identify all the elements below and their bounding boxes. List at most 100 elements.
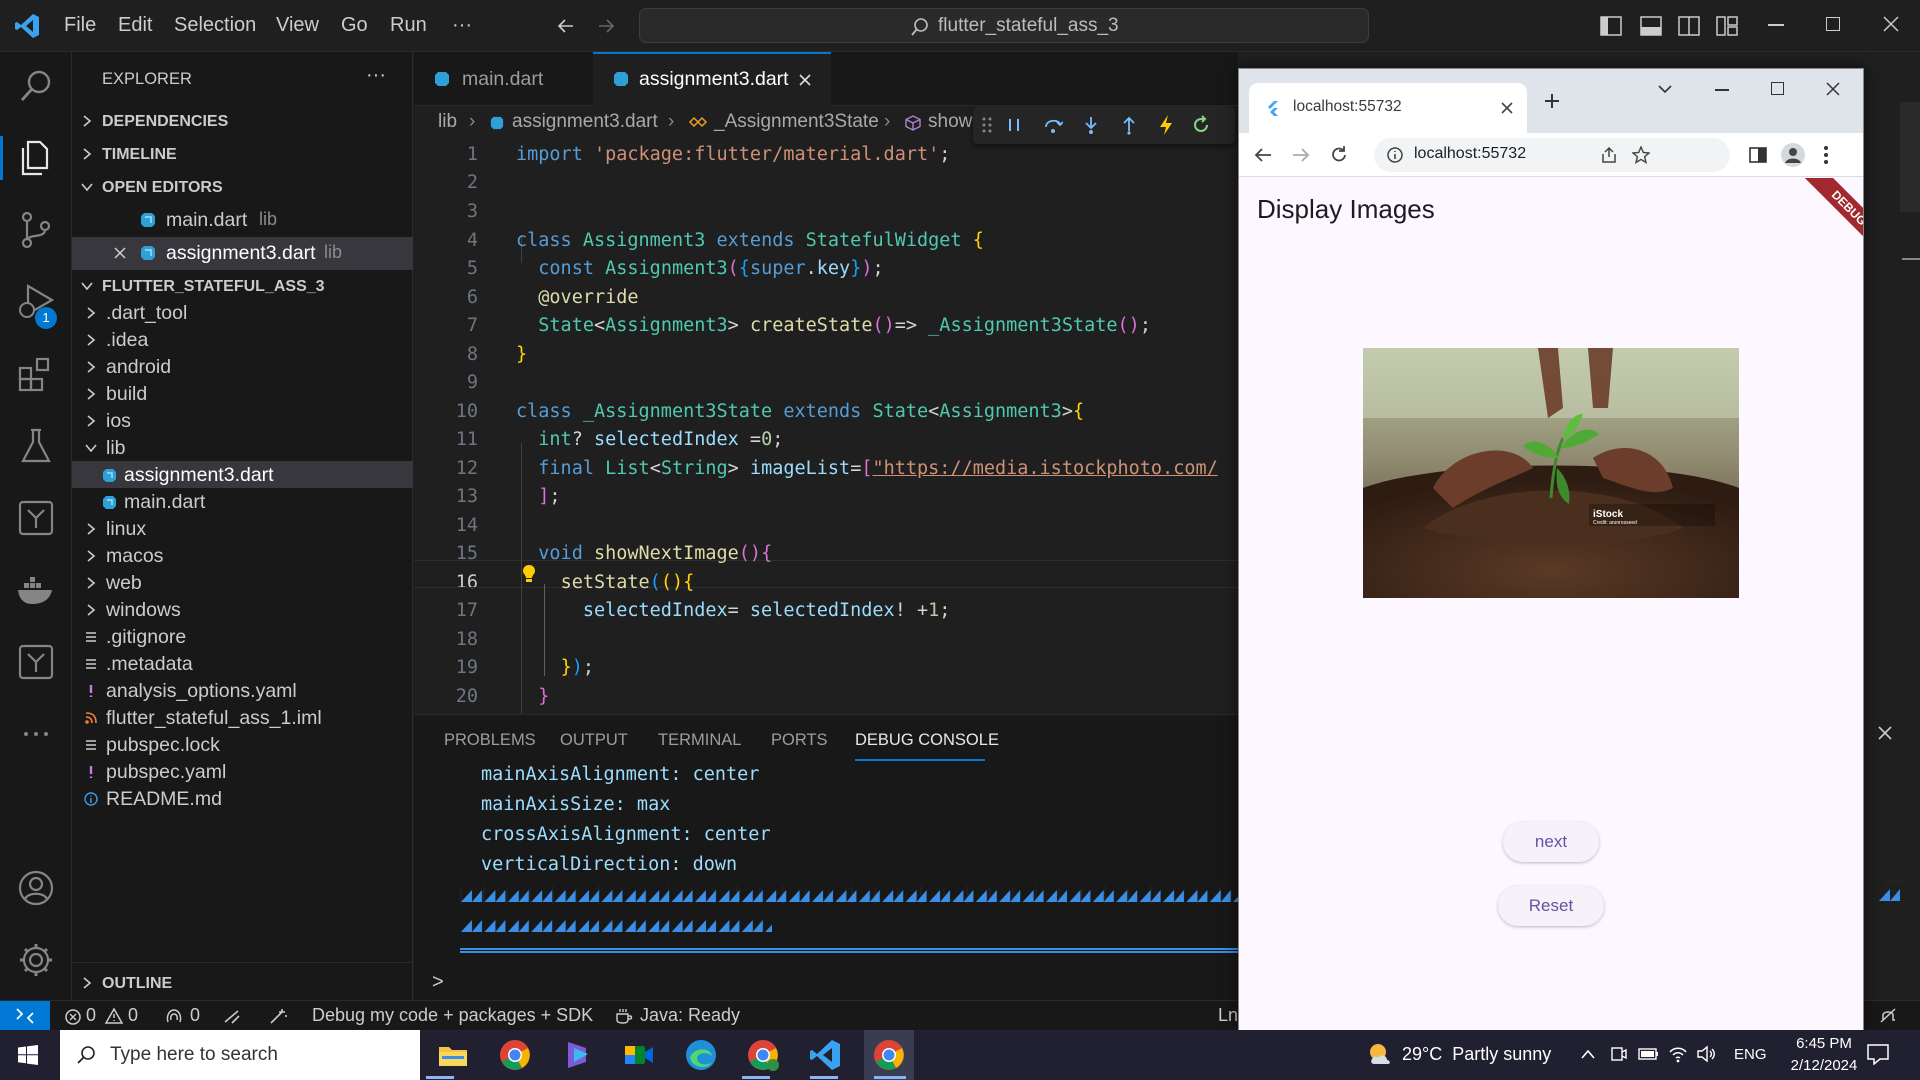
sparkle-icon[interactable] [268,1007,290,1025]
debug-icon[interactable] [222,1007,242,1025]
tree-item[interactable]: web [72,569,413,596]
close-tab-icon[interactable] [797,72,813,88]
tab-assignment3-dart[interactable]: assignment3.dart [593,52,831,106]
extensions-icon[interactable] [14,352,58,396]
docker-icon[interactable] [14,568,58,612]
tree-item[interactable]: macos [72,542,413,569]
open-editor-item[interactable]: main.dart lib [72,204,413,237]
menu-more[interactable]: ··· [452,14,472,37]
close-panel-icon[interactable] [1876,724,1894,742]
weather-text[interactable]: 29°C Partly sunny [1402,1044,1551,1065]
step-over-icon[interactable] [1043,115,1063,135]
open-editor-item-active[interactable]: assignment3.dart lib [72,237,413,270]
tree-item[interactable]: main.dart [72,488,413,515]
breadcrumb-class[interactable]: _Assignment3State [714,111,879,133]
chrome-icon[interactable] [498,1038,532,1072]
toggle-primary-sidebar-icon[interactable] [1600,16,1622,36]
chrome-profile-icon[interactable] [746,1038,780,1072]
menu-view[interactable]: View [276,14,319,37]
menu-edit[interactable]: Edit [118,14,152,37]
section-dependencies[interactable]: DEPENDENCIES [72,105,413,138]
explorer-icon[interactable] [14,136,58,180]
clock-date[interactable]: 2/12/2024 [1784,1057,1864,1074]
battery-icon[interactable] [1638,1046,1660,1062]
source-control-icon[interactable] [14,208,58,252]
customize-layout-icon[interactable] [1716,16,1738,36]
tree-item[interactable]: windows [72,596,413,623]
reload-icon[interactable] [1329,145,1349,165]
tab-ports[interactable]: PORTS [771,731,828,750]
remote-indicator[interactable] [0,1001,50,1031]
search-view-icon[interactable] [14,64,58,108]
step-into-icon[interactable] [1081,115,1101,135]
testing-flask-icon[interactable] [14,424,58,468]
tree-item[interactable]: build [72,380,413,407]
toggle-secondary-sidebar-icon[interactable] [1678,16,1700,36]
tree-item[interactable]: .metadata [72,650,413,677]
close-window-icon[interactable] [1882,15,1900,33]
tree-item[interactable]: .dart_tool [72,299,413,326]
tree-item[interactable]: linux [72,515,413,542]
step-out-icon[interactable] [1119,115,1139,135]
tab-output[interactable]: OUTPUT [560,731,628,750]
drag-handle-icon[interactable] [981,116,993,134]
browser-tab[interactable]: localhost:55732 [1249,83,1527,133]
tab-problems[interactable]: PROBLEMS [444,731,536,750]
menu-file[interactable]: File [64,14,96,37]
menu-go[interactable]: Go [341,14,368,37]
browser-minimize-icon[interactable] [1715,89,1729,91]
profile-avatar[interactable] [1781,143,1805,167]
cursor-position[interactable]: Ln [1218,1005,1238,1026]
toggle-panel-icon[interactable] [1640,16,1662,36]
minimize-icon[interactable] [1768,24,1784,26]
weather-icon[interactable] [1366,1040,1396,1070]
section-outline[interactable]: OUTLINE [72,967,413,1000]
menu-run[interactable]: Run [390,14,427,37]
more-views-icon[interactable] [14,712,58,756]
tree-item[interactable]: assignment3.dart [72,461,413,488]
taskbar-search-box[interactable]: Type here to search [60,1030,420,1080]
tab-search-chevron-icon[interactable] [1657,83,1673,95]
tree-item[interactable]: README.md [72,785,413,812]
tree-item[interactable]: .idea [72,326,413,353]
breadcrumb-lib[interactable]: lib [438,111,457,133]
notification-center-icon[interactable] [1866,1043,1890,1065]
remote-ssh-icon[interactable] [14,640,58,684]
pause-icon[interactable] [1005,116,1023,134]
code-editor[interactable]: 1 2 3 4 5 6 7 8 9 10 11 12 13 14 15 16 17 18 19 20 import '… [414,140,1238,839]
copilot-icon[interactable] [560,1038,594,1072]
vscode-taskbar-icon[interactable] [808,1038,842,1072]
tab-debug-console[interactable]: DEBUG CONSOLE [855,731,999,750]
share-icon[interactable] [1600,146,1618,164]
tree-item[interactable]: pubspec.yaml [72,758,413,785]
windows-start-icon[interactable] [18,1045,38,1065]
warning-count[interactable]: 0 [128,1005,138,1026]
volume-icon[interactable] [1696,1044,1716,1064]
back-arrow-icon[interactable] [1253,146,1273,164]
breadcrumb-member[interactable]: show [928,111,972,133]
settings-gear-icon[interactable] [14,938,58,982]
meet-icon[interactable] [622,1038,656,1072]
tree-item[interactable]: .gitignore [72,623,413,650]
side-panel-icon[interactable] [1749,146,1767,164]
restore-icon[interactable] [1826,17,1840,31]
error-count[interactable]: 0 [86,1005,96,1026]
notifications-off-icon[interactable] [1878,1007,1898,1025]
java-status[interactable]: Java: Ready [640,1005,740,1026]
tree-item[interactable]: lib [72,434,413,461]
address-bar[interactable]: localhost:55732 [1374,138,1730,172]
explorer-more-button[interactable]: ··· [366,64,386,87]
tree-item[interactable]: ios [72,407,413,434]
restart-icon[interactable] [1191,115,1211,135]
new-tab-icon[interactable] [1543,92,1561,110]
close-editor-icon[interactable] [113,246,127,260]
tab-terminal[interactable]: TERMINAL [658,731,741,750]
clock-time[interactable]: 6:45 PM [1789,1035,1859,1052]
command-center-search[interactable]: flutter_stateful_ass_3 [639,8,1369,43]
browser-maximize-icon[interactable] [1771,82,1784,95]
tree-item[interactable]: android [72,353,413,380]
ports-count[interactable]: 0 [190,1005,200,1026]
close-tab-icon[interactable] [1501,102,1513,114]
menu-selection[interactable]: Selection [174,14,256,37]
breadcrumb-file[interactable]: assignment3.dart [512,111,658,133]
